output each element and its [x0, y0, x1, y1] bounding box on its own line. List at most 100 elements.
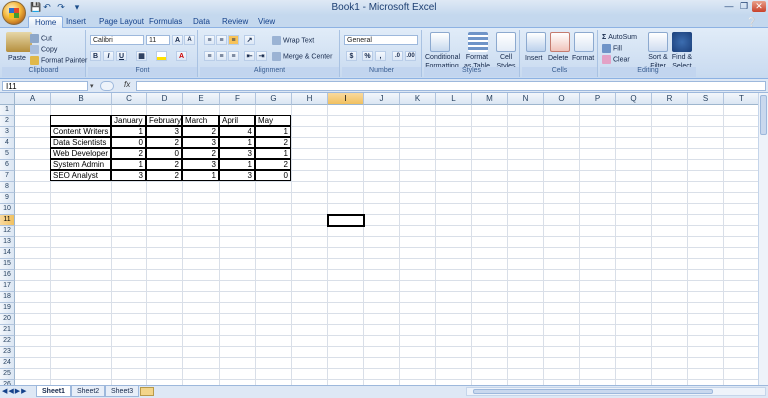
sheet-nav-arrows-icon[interactable]: ◀◀▶▶ [2, 387, 28, 395]
tab-insert[interactable]: Insert [60, 16, 92, 28]
orientation-icon[interactable]: ↗ [244, 35, 255, 45]
font-color-icon[interactable]: A [176, 51, 187, 61]
formula-input[interactable] [136, 81, 766, 91]
row-header-9[interactable]: 9 [0, 193, 15, 204]
column-header-t[interactable]: T [724, 93, 760, 105]
column-header-g[interactable]: G [256, 93, 292, 105]
insert-cells-icon[interactable] [526, 32, 546, 52]
column-header-j[interactable]: J [364, 93, 400, 105]
borders-icon[interactable]: ▦ [136, 51, 147, 61]
row-header-12[interactable]: 12 [0, 226, 15, 237]
value-cell[interactable]: 1 [111, 159, 146, 170]
shrink-font-button[interactable]: A [184, 35, 195, 45]
decrease-decimal-icon[interactable]: .00 [405, 51, 416, 61]
restore-icon[interactable]: ❐ [737, 1, 751, 12]
row-header-20[interactable]: 20 [0, 314, 15, 325]
row-header-24[interactable]: 24 [0, 358, 15, 369]
increase-indent-icon[interactable]: ⇥ [256, 51, 267, 61]
formula-expand-icon[interactable] [100, 81, 114, 91]
row-header-11[interactable]: 11 [0, 215, 15, 226]
column-header-q[interactable]: Q [616, 93, 652, 105]
close-icon[interactable]: ✕ [752, 1, 766, 12]
grow-font-button[interactable]: A [172, 35, 183, 45]
row-header-13[interactable]: 13 [0, 237, 15, 248]
vertical-scrollbar[interactable] [758, 93, 768, 385]
row-header-22[interactable]: 22 [0, 336, 15, 347]
role-label-cell[interactable]: System Admin [50, 159, 111, 170]
row-header-19[interactable]: 19 [0, 303, 15, 314]
tab-home[interactable]: Home [28, 16, 64, 28]
comma-button[interactable]: , [375, 51, 386, 61]
select-all-corner[interactable] [0, 93, 15, 105]
value-cell[interactable]: 1 [255, 148, 291, 159]
role-label-cell[interactable]: SEO Analyst [50, 170, 111, 181]
row-header-1[interactable]: 1 [0, 105, 15, 116]
delete-button[interactable]: Delete [548, 54, 568, 63]
binoculars-icon[interactable] [672, 32, 692, 52]
horizontal-scroll-thumb[interactable] [473, 389, 713, 394]
column-header-b[interactable]: B [51, 93, 112, 105]
bold-button[interactable]: B [90, 51, 101, 61]
column-header-k[interactable]: K [400, 93, 436, 105]
column-header-o[interactable]: O [544, 93, 580, 105]
value-cell[interactable]: 2 [146, 137, 182, 148]
value-cell[interactable]: 2 [111, 148, 146, 159]
month-header-cell[interactable]: February [146, 115, 182, 126]
row-header-7[interactable]: 7 [0, 171, 15, 182]
row-header-10[interactable]: 10 [0, 204, 15, 215]
minimize-icon[interactable]: — [722, 1, 736, 12]
sheet-tab-1[interactable]: Sheet1 [36, 386, 71, 397]
value-cell[interactable]: 2 [146, 170, 182, 181]
format-as-table-icon[interactable] [468, 32, 488, 52]
row-header-3[interactable]: 3 [0, 127, 15, 138]
row-header-18[interactable]: 18 [0, 292, 15, 303]
align-bottom-icon[interactable]: ≡ [228, 35, 239, 45]
format-button[interactable]: Format [572, 54, 594, 63]
number-format-select[interactable]: General [344, 35, 418, 45]
value-cell[interactable]: 0 [255, 170, 291, 181]
conditional-formatting-icon[interactable] [430, 32, 450, 52]
align-right-icon[interactable]: ≡ [228, 51, 239, 61]
sheet-tab-2[interactable]: Sheet2 [71, 386, 106, 397]
role-label-cell[interactable]: Data Scientists [50, 137, 111, 148]
row-header-5[interactable]: 5 [0, 149, 15, 160]
worksheet-grid[interactable]: ABCDEFGHIJKLMNOPQRST 1 2 3 4 5 6 7 8 9 10 11 12 13 14… [0, 93, 768, 385]
tab-formulas[interactable]: Formulas [143, 16, 188, 28]
align-center-icon[interactable]: ≡ [216, 51, 227, 61]
value-cell[interactable]: 1 [219, 137, 255, 148]
clear-button[interactable]: Clear [602, 55, 630, 64]
value-cell[interactable]: 2 [255, 137, 291, 148]
column-header-e[interactable]: E [183, 93, 220, 105]
month-header-cell[interactable]: April [219, 115, 255, 126]
row-header-15[interactable]: 15 [0, 259, 15, 270]
value-cell[interactable]: 2 [146, 159, 182, 170]
column-header-s[interactable]: S [688, 93, 724, 105]
align-left-icon[interactable]: ≡ [204, 51, 215, 61]
name-box[interactable]: I11 [2, 81, 88, 91]
wrap-text-button[interactable]: Wrap Text [272, 36, 314, 45]
cut-button[interactable]: Cut [30, 34, 52, 43]
table-corner-cell[interactable] [50, 115, 111, 126]
increase-decimal-icon[interactable]: .0 [392, 51, 403, 61]
column-header-i[interactable]: I [328, 93, 364, 105]
column-header-n[interactable]: N [508, 93, 544, 105]
row-header-4[interactable]: 4 [0, 138, 15, 149]
percent-button[interactable]: % [362, 51, 373, 61]
row-header-14[interactable]: 14 [0, 248, 15, 259]
paste-button[interactable]: Paste [8, 54, 26, 63]
tab-page-layout[interactable]: Page Layout [93, 16, 150, 28]
value-cell[interactable]: 3 [182, 137, 219, 148]
cell-styles-icon[interactable] [496, 32, 516, 52]
paste-icon[interactable] [6, 32, 32, 52]
column-header-f[interactable]: F [220, 93, 256, 105]
value-cell[interactable]: 1 [111, 126, 146, 137]
underline-button[interactable]: U [116, 51, 127, 61]
row-header-21[interactable]: 21 [0, 325, 15, 336]
italic-button[interactable]: I [103, 51, 114, 61]
sheet-tab-3[interactable]: Sheet3 [105, 386, 140, 397]
font-size-select[interactable]: 11 [146, 35, 170, 45]
format-painter-button[interactable]: Format Painter [30, 56, 87, 65]
align-middle-icon[interactable]: ≡ [216, 35, 227, 45]
column-header-p[interactable]: P [580, 93, 616, 105]
column-header-h[interactable]: H [292, 93, 328, 105]
